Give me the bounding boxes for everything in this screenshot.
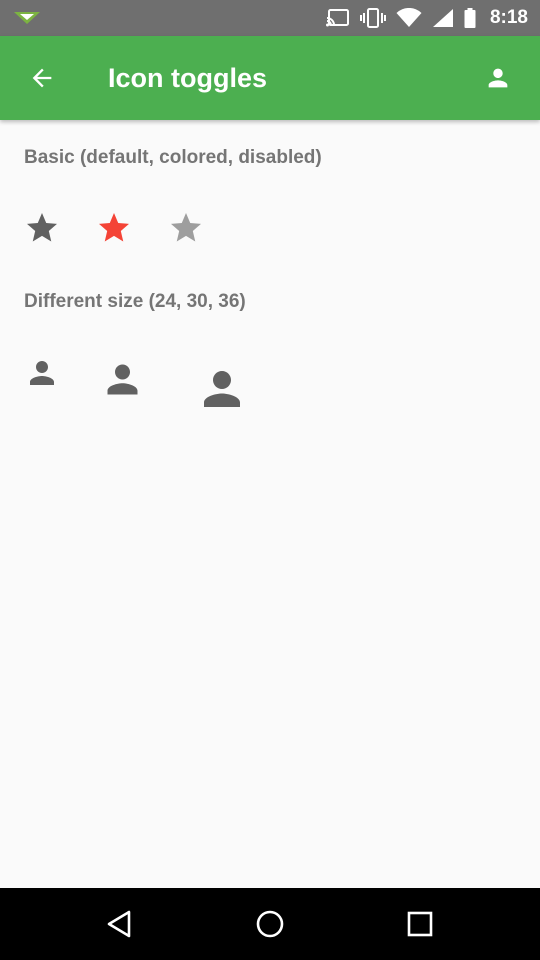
battery-icon: [464, 8, 476, 28]
status-time: 8:18: [489, 7, 528, 28]
person-icon[interactable]: [195, 362, 249, 416]
arrow-back-icon[interactable]: [28, 64, 56, 92]
page-title: Icon toggles: [108, 63, 268, 93]
account-icon[interactable]: [484, 64, 512, 92]
back-triangle-icon[interactable]: [104, 908, 136, 940]
person-icon[interactable]: [24, 355, 60, 391]
star-icon[interactable]: [24, 210, 60, 246]
cast-icon: [325, 9, 349, 27]
notification-icon: [14, 12, 40, 24]
signal-icon: [432, 9, 453, 27]
app-bar: Icon toggles: [0, 36, 540, 120]
section-title-basic: Basic (default, colored, disabled): [24, 147, 322, 168]
star-icon[interactable]: [96, 210, 132, 246]
system-nav-bar: [0, 888, 540, 960]
section-title-size: Different size (24, 30, 36): [24, 291, 246, 312]
screen: 8:18 Icon toggles Basic (default, colore…: [0, 0, 540, 960]
home-circle-icon[interactable]: [254, 908, 286, 940]
status-bar: 8:18: [0, 0, 540, 36]
recents-square-icon[interactable]: [404, 908, 436, 940]
person-icon[interactable]: [100, 357, 145, 402]
vibrate-icon: [359, 8, 386, 28]
wifi-icon: [396, 8, 422, 27]
star-icon: [171, 213, 201, 242]
